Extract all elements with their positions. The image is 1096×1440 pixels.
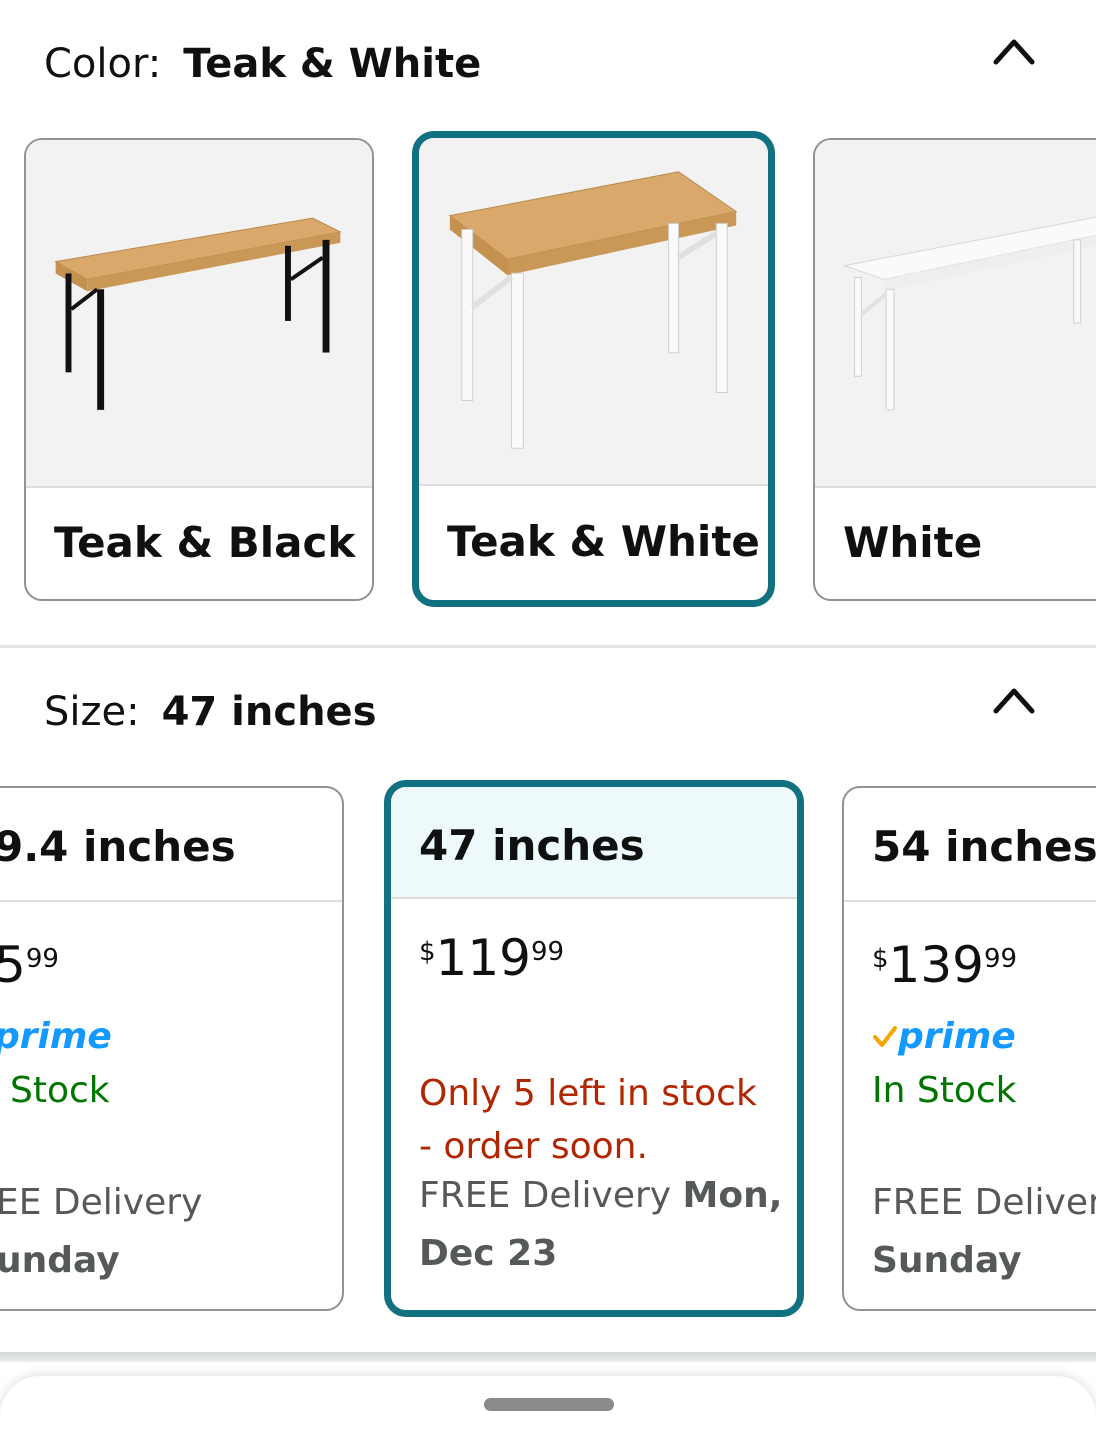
price-symbol: $ [419, 937, 436, 967]
prime-text: prime [0, 1016, 112, 1057]
size-selected-value: 47 inches [161, 689, 377, 735]
section-divider [0, 645, 1096, 648]
prime-badge: prime [872, 1016, 1016, 1057]
table-image-teak-black [26, 140, 372, 488]
price: 599 [0, 940, 59, 990]
color-option-label: Teak & White [447, 517, 760, 566]
size-option-header: 9.4 inches [0, 788, 342, 902]
prime-text: prime [898, 1016, 1016, 1057]
table-image-white [815, 140, 1096, 488]
size-option-39-4-inches[interactable]: 9.4 inches 599 prime Stock EE Delivery u… [0, 786, 344, 1311]
color-label: Color: [44, 41, 162, 87]
delivery-text: EE Delivery [0, 1182, 203, 1223]
collapse-size-chevron-up-icon[interactable] [992, 679, 1036, 723]
size-section-header[interactable]: Size: 47 inches [44, 692, 377, 732]
color-option-teak-black[interactable]: Teak & Black [24, 138, 374, 601]
collapse-color-chevron-up-icon[interactable] [992, 30, 1036, 74]
stock-status: In Stock [872, 1070, 1017, 1111]
table-image-teak-white [419, 138, 768, 486]
delivery-day: Sunday [872, 1240, 1022, 1281]
delivery-info: EE Delivery unday [0, 1174, 342, 1290]
size-option-label: 9.4 inches [0, 822, 236, 871]
size-option-header: 54 inches [844, 788, 1096, 902]
price-fraction: 99 [983, 944, 1018, 974]
color-option-white[interactable]: White [813, 138, 1096, 601]
price-whole: 139 [888, 936, 984, 994]
color-selected-value: Teak & White [183, 41, 482, 87]
size-option-label: 54 inches [872, 822, 1096, 871]
price-fraction: 99 [530, 937, 565, 967]
price: $13999 [872, 940, 1017, 990]
delivery-day: unday [0, 1240, 120, 1281]
delivery-info: FREE Delivery Sunday [872, 1174, 1096, 1290]
price-whole: 119 [435, 929, 531, 987]
delivery-text: FREE Delivery [872, 1182, 1096, 1223]
prime-badge: prime [0, 1016, 112, 1057]
color-option-label: Teak & Black [54, 518, 356, 567]
price-symbol: $ [872, 944, 889, 974]
low-stock-warning: Only 5 left in stock - order soon. [419, 1073, 757, 1167]
size-option-54-inches[interactable]: 54 inches $13999 prime In Stock FREE Del… [842, 786, 1096, 1311]
check-icon [873, 1025, 897, 1047]
delivery-info: FREE Delivery Mon, Dec 23 [419, 1167, 797, 1283]
price: $11999 [419, 933, 564, 983]
price-whole: 5 [0, 936, 26, 994]
stock-status: Stock [10, 1070, 110, 1111]
color-option-teak-white[interactable]: Teak & White [412, 131, 775, 607]
bottom-sheet-drag-handle[interactable] [484, 1398, 614, 1411]
color-option-label: White [843, 518, 983, 567]
product-variant-selector: Color: Teak & White Teak & Black Teak & … [0, 0, 1096, 1440]
color-section-header[interactable]: Color: Teak & White [44, 44, 481, 84]
delivery-text: FREE Delivery [419, 1175, 672, 1216]
size-option-header: 47 inches [391, 787, 797, 899]
size-option-label: 47 inches [419, 821, 645, 870]
bottom-divider [0, 1352, 1096, 1362]
size-option-47-inches[interactable]: 47 inches $11999 Only 5 left in stock - … [384, 780, 804, 1317]
price-fraction: 99 [25, 944, 59, 974]
size-label: Size: [44, 689, 140, 735]
